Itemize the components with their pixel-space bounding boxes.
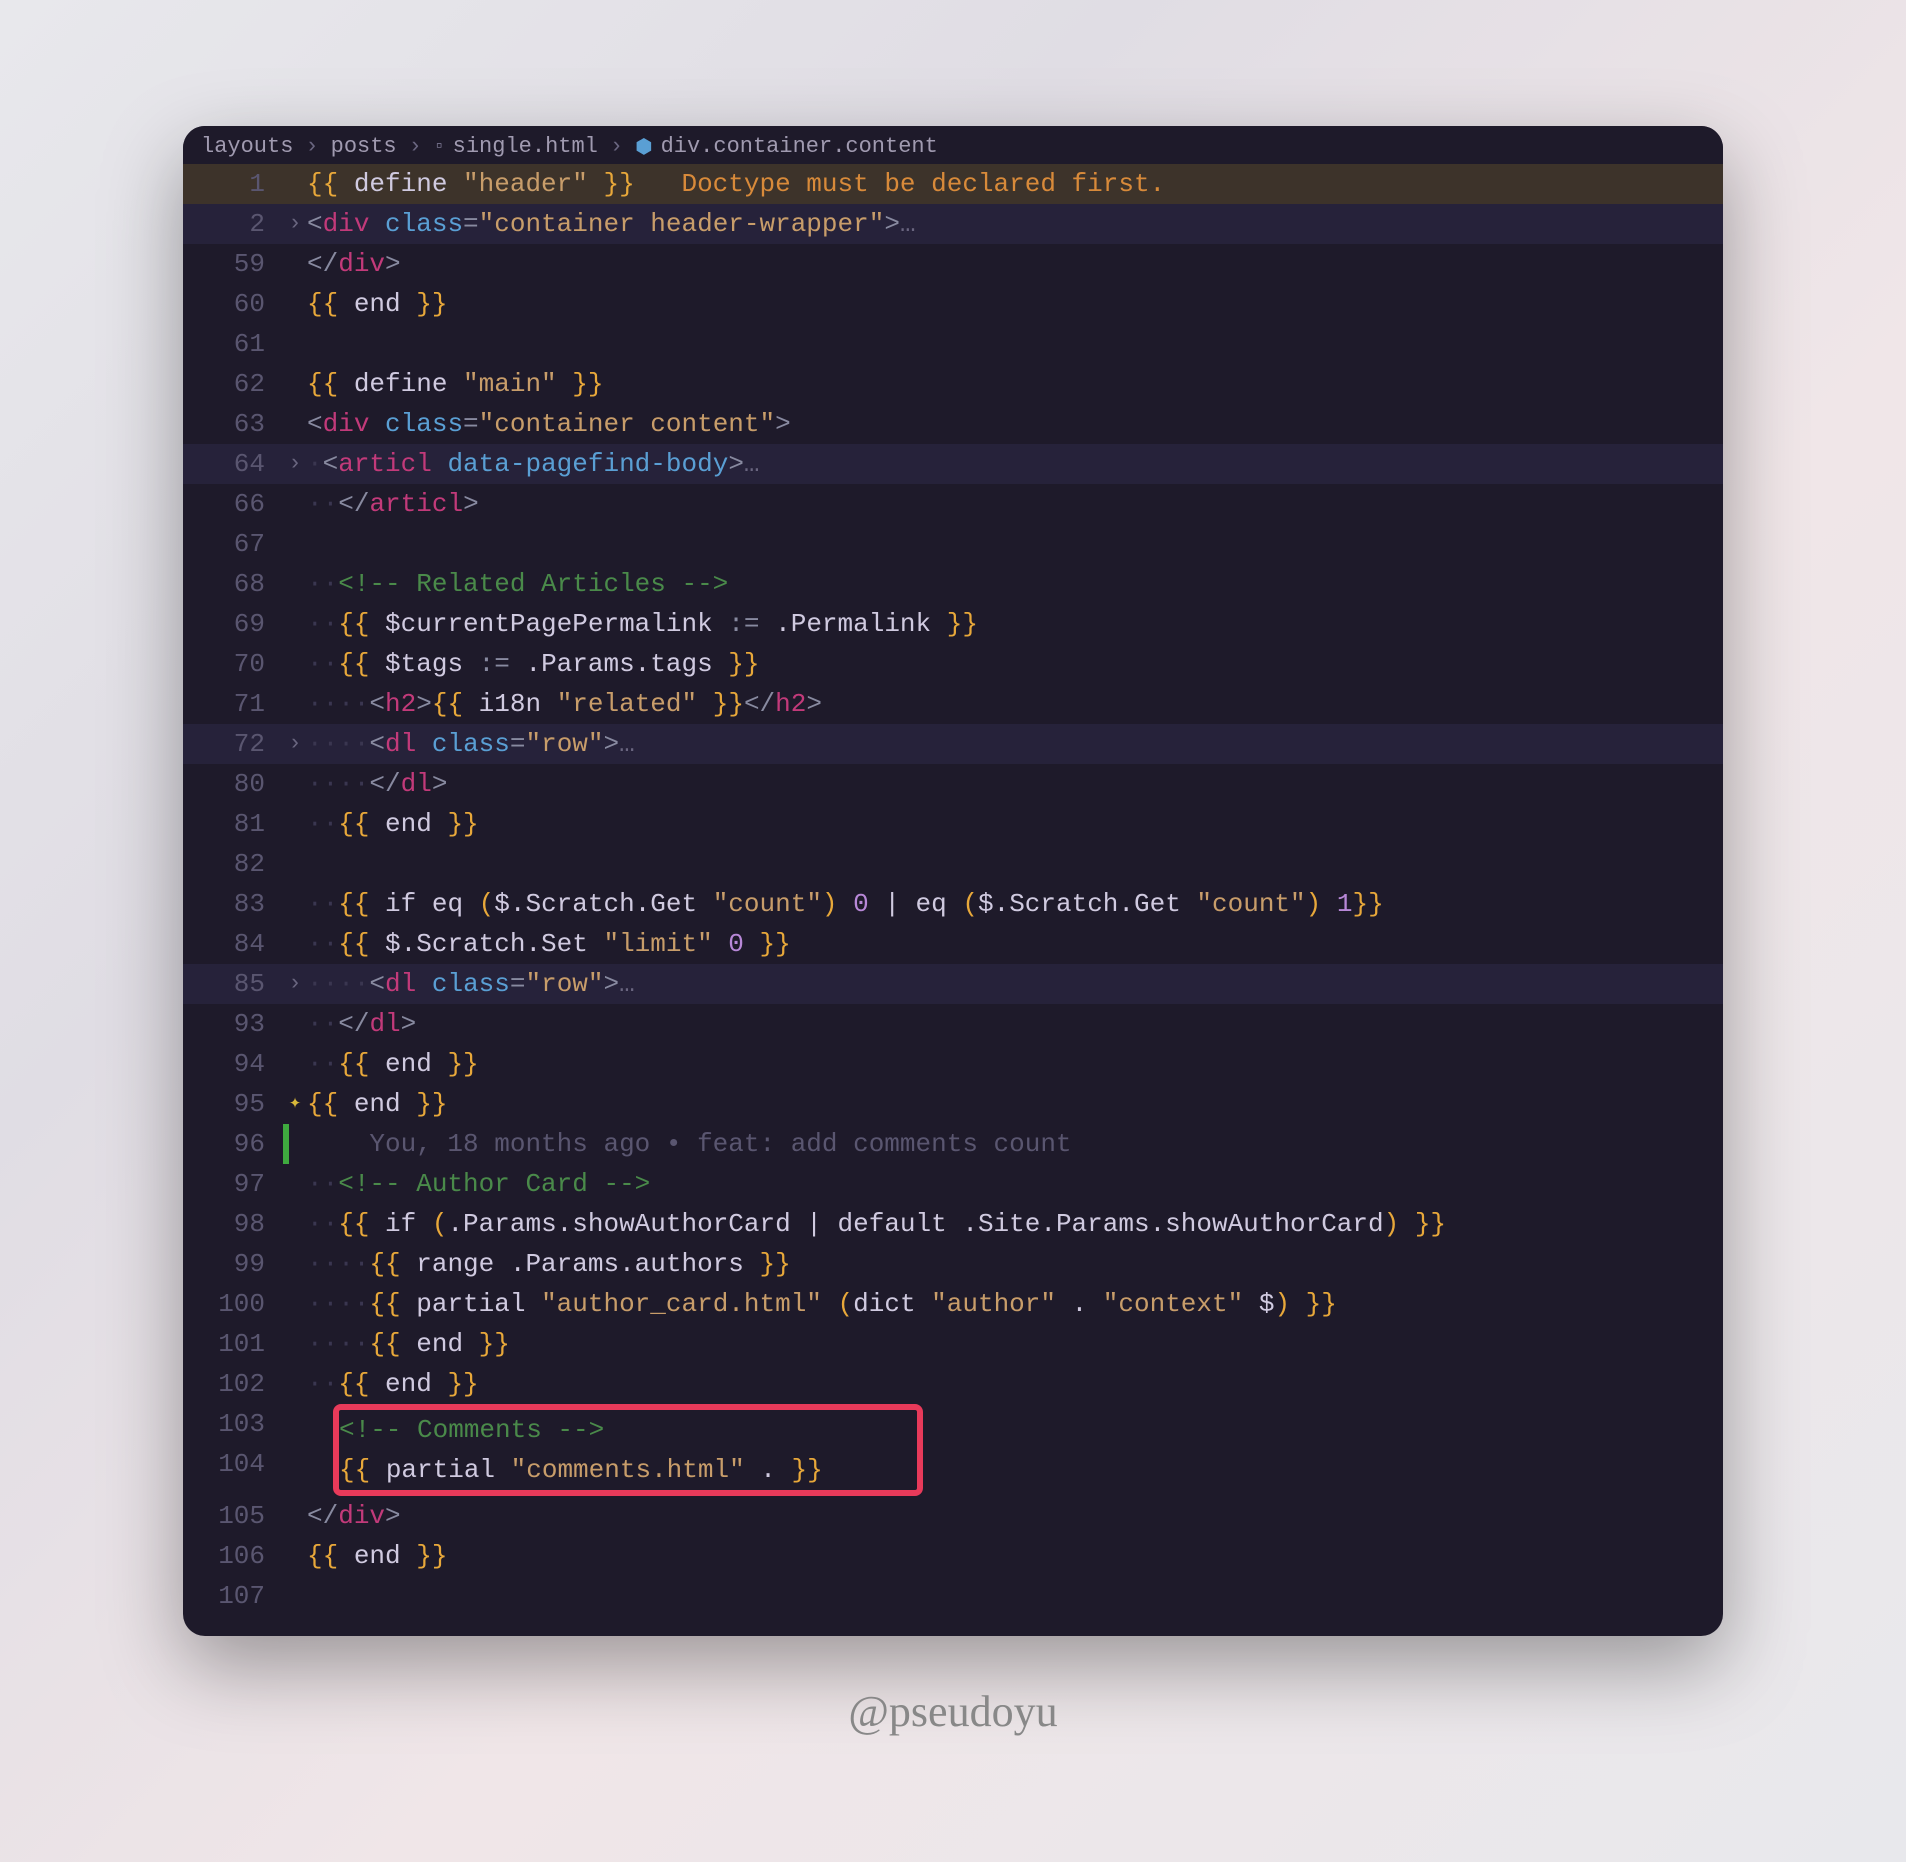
- breadcrumb-seg[interactable]: div.container.content: [661, 134, 938, 159]
- code-line[interactable]: 96 You, 18 months ago • feat: add commen…: [183, 1124, 1723, 1164]
- line-number: 72: [183, 724, 283, 764]
- code-line[interactable]: 102 ··{{ end }}: [183, 1364, 1723, 1404]
- line-number: 93: [183, 1004, 283, 1044]
- line-number: 97: [183, 1164, 283, 1204]
- line-number: 82: [183, 844, 283, 884]
- chevron-right-icon: ›: [409, 134, 422, 159]
- breadcrumb-seg[interactable]: posts: [331, 134, 397, 159]
- line-number: 103: [183, 1404, 283, 1444]
- code-line[interactable]: 99 ····{{ range .Params.authors }}: [183, 1244, 1723, 1284]
- line-number: 107: [183, 1576, 283, 1616]
- editor-window: layouts › posts › ▫ single.html › ⬢ div.…: [183, 126, 1723, 1636]
- code-line[interactable]: 82: [183, 844, 1723, 884]
- line-number: 60: [183, 284, 283, 324]
- code-line[interactable]: 63 <div class="container content">: [183, 404, 1723, 444]
- fold-icon[interactable]: ›: [283, 204, 307, 244]
- line-number: 104: [183, 1444, 283, 1484]
- line-number: 66: [183, 484, 283, 524]
- code-line[interactable]: 60 {{ end }}: [183, 284, 1723, 324]
- line-number: 102: [183, 1364, 283, 1404]
- code-line[interactable]: 93 ··</dl>: [183, 1004, 1723, 1044]
- watermark: @pseudoyu: [848, 1686, 1057, 1737]
- code-line[interactable]: 85 › ····<dl class="row">…: [183, 964, 1723, 1004]
- line-number: 98: [183, 1204, 283, 1244]
- line-number: 85: [183, 964, 283, 1004]
- line-number: 71: [183, 684, 283, 724]
- code-line[interactable]: 101 ····{{ end }}: [183, 1324, 1723, 1364]
- breadcrumb-seg[interactable]: single.html: [453, 134, 598, 159]
- code-line[interactable]: 62 {{ define "main" }}: [183, 364, 1723, 404]
- code-line[interactable]: 67: [183, 524, 1723, 564]
- line-number: 1: [183, 164, 283, 204]
- code-line[interactable]: 59 </div>: [183, 244, 1723, 284]
- line-number: 83: [183, 884, 283, 924]
- line-number: 95✦: [183, 1084, 283, 1124]
- code-line[interactable]: 98 ··{{ if (.Params.showAuthorCard | def…: [183, 1204, 1723, 1244]
- code-line[interactable]: 83 ··{{ if eq ($.Scratch.Get "count") 0 …: [183, 884, 1723, 924]
- line-number: 84: [183, 924, 283, 964]
- line-number: 94: [183, 1044, 283, 1084]
- file-icon: ▫: [434, 137, 445, 157]
- breadcrumb-seg[interactable]: layouts: [201, 134, 293, 159]
- code-line[interactable]: 72 › ····<dl class="row">…: [183, 724, 1723, 764]
- code-line[interactable]: 2 › <div class="container header-wrapper…: [183, 204, 1723, 244]
- code-line[interactable]: 100 ····{{ partial "author_card.html" (d…: [183, 1284, 1723, 1324]
- line-number: 61: [183, 324, 283, 364]
- code-line[interactable]: 81 ··{{ end }}: [183, 804, 1723, 844]
- fold-gutter: [283, 164, 307, 204]
- fold-icon[interactable]: ›: [283, 724, 307, 764]
- line-number: 62: [183, 364, 283, 404]
- code-line[interactable]: 68 ··<!-- Related Articles -->: [183, 564, 1723, 604]
- line-number: 106: [183, 1536, 283, 1576]
- code-line[interactable]: 104: [183, 1444, 1723, 1484]
- line-number: 81: [183, 804, 283, 844]
- chevron-right-icon: ›: [610, 134, 623, 159]
- line-number: 99: [183, 1244, 283, 1284]
- chevron-right-icon: ›: [305, 134, 318, 159]
- line-number: 69: [183, 604, 283, 644]
- code-line[interactable]: 106 {{ end }}: [183, 1536, 1723, 1576]
- line-number: 96: [183, 1124, 283, 1164]
- code-line[interactable]: 95✦ {{ end }}: [183, 1084, 1723, 1124]
- line-number: 70: [183, 644, 283, 684]
- fold-icon[interactable]: ›: [283, 444, 307, 484]
- line-number: 63: [183, 404, 283, 444]
- code-line[interactable]: 69 ··{{ $currentPagePermalink := .Permal…: [183, 604, 1723, 644]
- block-icon: ⬢: [635, 134, 652, 160]
- line-number: 105: [183, 1496, 283, 1536]
- line-number: 67: [183, 524, 283, 564]
- code-body[interactable]: 1 {{ define "header" }} Doctype must be …: [183, 164, 1723, 1636]
- git-blame: You, 18 months ago • feat: add comments …: [369, 1129, 1071, 1159]
- line-number: 80: [183, 764, 283, 804]
- line-number: 100: [183, 1284, 283, 1324]
- code-line[interactable]: 84 ··{{ $.Scratch.Set "limit" 0 }}: [183, 924, 1723, 964]
- sparkle-icon: ✦: [289, 1084, 301, 1124]
- line-number: 68: [183, 564, 283, 604]
- line-number: 101: [183, 1324, 283, 1364]
- code-line[interactable]: 97 ··<!-- Author Card -->: [183, 1164, 1723, 1204]
- code-line[interactable]: 71 ····<h2>{{ i18n "related" }}</h2>: [183, 684, 1723, 724]
- code-line[interactable]: 70 ··{{ $tags := .Params.tags }}: [183, 644, 1723, 684]
- code-line[interactable]: 103: [183, 1404, 1723, 1444]
- code-line[interactable]: 94 ··{{ end }}: [183, 1044, 1723, 1084]
- line-number: 2: [183, 204, 283, 244]
- line-number: 59: [183, 244, 283, 284]
- code-line[interactable]: 66 ··</articl>: [183, 484, 1723, 524]
- git-add-marker: [283, 1124, 289, 1164]
- line-number: 64: [183, 444, 283, 484]
- breadcrumb[interactable]: layouts › posts › ▫ single.html › ⬢ div.…: [183, 126, 1723, 164]
- code-line[interactable]: 80 ····</dl>: [183, 764, 1723, 804]
- fold-icon[interactable]: ›: [283, 964, 307, 1004]
- code-line[interactable]: 61: [183, 324, 1723, 364]
- code-line[interactable]: 64 › ·<articl data-pagefind-body>…: [183, 444, 1723, 484]
- code-line[interactable]: 107: [183, 1576, 1723, 1616]
- code-line[interactable]: 105 </div>: [183, 1496, 1723, 1536]
- warning-text: Doctype must be declared first.: [635, 169, 1166, 199]
- code-line[interactable]: 1 {{ define "header" }} Doctype must be …: [183, 164, 1723, 204]
